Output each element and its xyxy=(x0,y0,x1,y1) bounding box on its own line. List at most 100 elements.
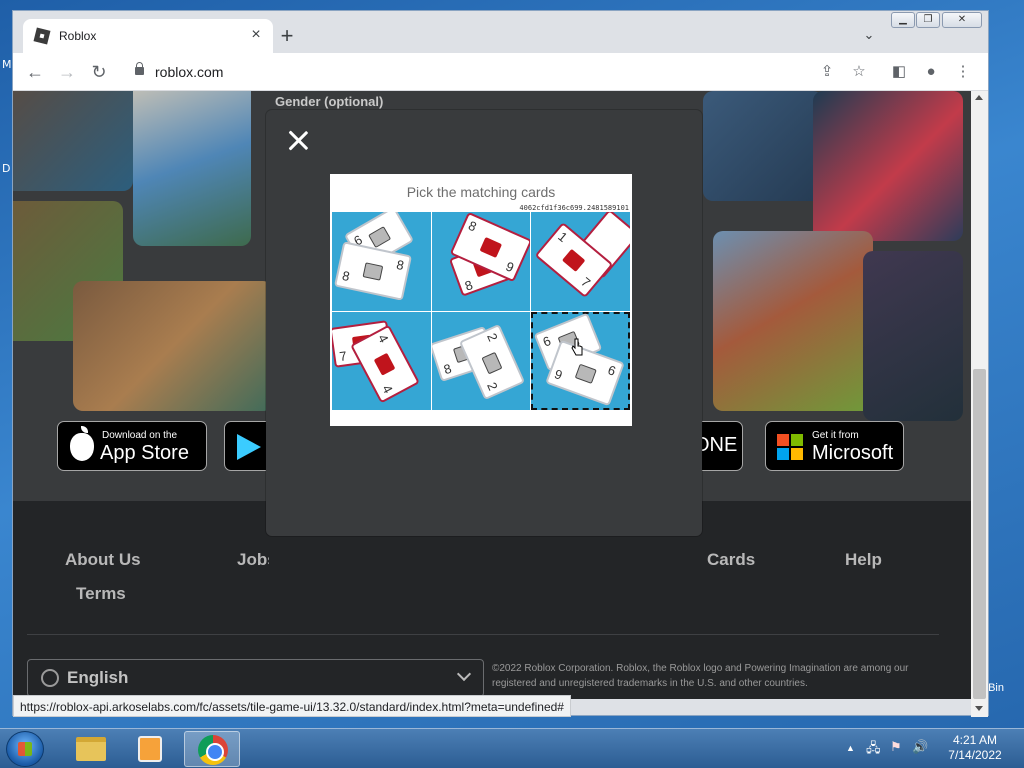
card-number: 8 xyxy=(340,267,352,285)
gender-label: Gender (optional) xyxy=(275,94,384,109)
hand-cursor-icon xyxy=(571,338,583,356)
captcha-grid: 6 8 8 8 8 9 1 7 7 4 4 8 2 2 6 6 9 xyxy=(332,212,630,411)
desktop-icon-label[interactable]: M xyxy=(2,58,12,71)
captcha-tile-2[interactable]: 8 8 9 xyxy=(431,212,531,311)
side-panel-icon[interactable]: ◧ xyxy=(887,60,911,84)
footer-link-terms[interactable]: Terms xyxy=(76,584,126,604)
menu-kebab-icon[interactable]: ⋮ xyxy=(951,60,975,84)
window-minimize-button[interactable]: ▁ xyxy=(891,12,915,28)
share-icon[interactable]: ⇪ xyxy=(815,60,839,84)
footer-link-help[interactable]: Help xyxy=(845,550,882,570)
card-number: 4 xyxy=(379,381,396,396)
card-number: 8 xyxy=(465,217,479,235)
game-art-tile xyxy=(703,91,823,201)
system-tray: ▲ 🖧 ⚑ 🔊 xyxy=(842,739,932,759)
captcha-tile-5[interactable]: 8 2 2 xyxy=(431,311,531,411)
back-arrow-icon[interactable]: ← xyxy=(23,60,47,84)
bookmark-star-icon[interactable]: ☆ xyxy=(847,60,871,84)
apple-icon xyxy=(70,426,94,461)
browser-toolbar: ← → ↻ roblox.com ⇪ ☆ ◧ ● ⋮ xyxy=(13,53,988,91)
scroll-up-arrow-icon[interactable] xyxy=(975,95,983,100)
card-number: 7 xyxy=(338,347,348,364)
captcha-session-id: 4062cfd1f36c699.2481589101 xyxy=(519,204,629,212)
footer-link-cards[interactable]: Cards xyxy=(707,550,755,570)
microsoft-store-badge[interactable]: Get it from Microsoft xyxy=(765,421,904,471)
scroll-thumb[interactable] xyxy=(973,369,986,699)
microsoft-logo-icon xyxy=(777,434,803,460)
playing-card: 8 8 xyxy=(333,241,413,301)
footer-link-jobs[interactable]: Jobs xyxy=(237,550,269,570)
window-restore-button[interactable]: ❐ xyxy=(916,12,940,28)
close-icon[interactable] xyxy=(288,130,308,150)
red-square-icon xyxy=(373,352,396,376)
card-number: 7 xyxy=(578,274,594,291)
tray-expand-icon[interactable]: ▲ xyxy=(846,743,855,753)
app-store-big-text: App Store xyxy=(100,442,189,464)
chevron-down-icon xyxy=(456,666,472,682)
taskbar-chrome-button[interactable] xyxy=(184,731,240,767)
media-player-icon xyxy=(138,736,162,762)
card-number: 9 xyxy=(552,365,565,383)
new-tab-button[interactable]: + xyxy=(275,25,299,49)
captcha-title: Pick the matching cards xyxy=(406,184,556,200)
taskbar-explorer-button[interactable] xyxy=(62,731,118,767)
card-number: 6 xyxy=(540,332,554,350)
tab-title: Roblox xyxy=(59,29,97,43)
google-play-icon xyxy=(237,434,261,460)
start-button[interactable] xyxy=(6,731,44,767)
network-icon[interactable]: 🖧 xyxy=(866,739,881,761)
globe-icon xyxy=(41,669,59,687)
red-square-icon xyxy=(479,236,502,258)
game-art-tile xyxy=(813,91,963,241)
card-number: 2 xyxy=(483,330,501,344)
page-scrollbar[interactable] xyxy=(971,91,988,717)
recycle-bin-label[interactable]: Bin xyxy=(988,682,1004,694)
windows-taskbar: ▲ 🖧 ⚑ 🔊 4:21 AM 7/14/2022 xyxy=(0,728,1024,768)
profile-avatar-icon[interactable]: ● xyxy=(919,60,943,84)
game-art-tile xyxy=(133,91,251,246)
address-text[interactable]: roblox.com xyxy=(155,64,223,80)
card-number: 6 xyxy=(606,361,618,379)
language-value: English xyxy=(67,668,129,687)
microsoft-big-text: Microsoft xyxy=(812,442,894,464)
copyright-text: ©2022 Roblox Corporation. Roblox, the Ro… xyxy=(492,663,909,689)
card-number: 1 xyxy=(555,228,571,245)
captcha-tile-6[interactable]: 6 6 9 xyxy=(531,311,630,411)
volume-icon[interactable]: 🔊 xyxy=(912,739,928,755)
action-center-flag-icon[interactable]: ⚑ xyxy=(890,739,902,755)
window-close-button[interactable]: ✕ xyxy=(942,12,982,28)
envelope-icon xyxy=(368,226,392,249)
desktop-icon-label[interactable]: D xyxy=(2,162,10,175)
game-art-tile xyxy=(863,251,963,421)
clock-date: 7/14/2022 xyxy=(948,748,1002,762)
game-art-tile xyxy=(713,231,873,411)
grey-square-icon xyxy=(362,262,384,281)
taskbar-clock[interactable]: 4:21 AM 7/14/2022 xyxy=(936,733,1014,763)
playing-card: 6 9 xyxy=(545,339,626,406)
tab-strip: Roblox × + ⌄ ▁ ❐ ✕ xyxy=(13,11,988,53)
app-store-small-text: Download on the xyxy=(102,430,178,441)
taskbar-media-player-button[interactable] xyxy=(122,731,178,767)
red-square-icon xyxy=(562,248,586,272)
tab-roblox[interactable]: Roblox × xyxy=(23,19,273,53)
language-select[interactable]: English xyxy=(27,659,484,697)
captcha-tile-3[interactable]: 2 1 7 xyxy=(531,212,630,311)
reload-icon[interactable]: ↻ xyxy=(87,60,111,84)
card-number: 8 xyxy=(441,360,453,377)
card-number: 9 xyxy=(503,258,516,276)
tab-search-chevron-icon[interactable]: ⌄ xyxy=(859,27,879,47)
verification-modal: Pick the matching cards 4062cfd1f36c699.… xyxy=(266,110,702,536)
app-store-badge[interactable]: Download on the App Store xyxy=(57,421,207,471)
forward-arrow-icon[interactable]: → xyxy=(55,60,79,84)
tab-close-icon[interactable]: × xyxy=(247,26,265,44)
scroll-down-arrow-icon[interactable] xyxy=(975,706,983,711)
clock-time: 4:21 AM xyxy=(952,733,998,747)
footer-link-about-us[interactable]: About Us xyxy=(65,550,141,570)
lock-icon[interactable] xyxy=(135,62,144,75)
card-number: 2 xyxy=(483,379,501,393)
footer-divider xyxy=(27,634,939,635)
captcha-frame: Pick the matching cards 4062cfd1f36c699.… xyxy=(330,174,632,426)
captcha-tile-1[interactable]: 6 8 8 xyxy=(332,212,431,311)
envelope-icon xyxy=(574,363,597,384)
captcha-tile-4[interactable]: 7 4 4 xyxy=(332,311,431,411)
